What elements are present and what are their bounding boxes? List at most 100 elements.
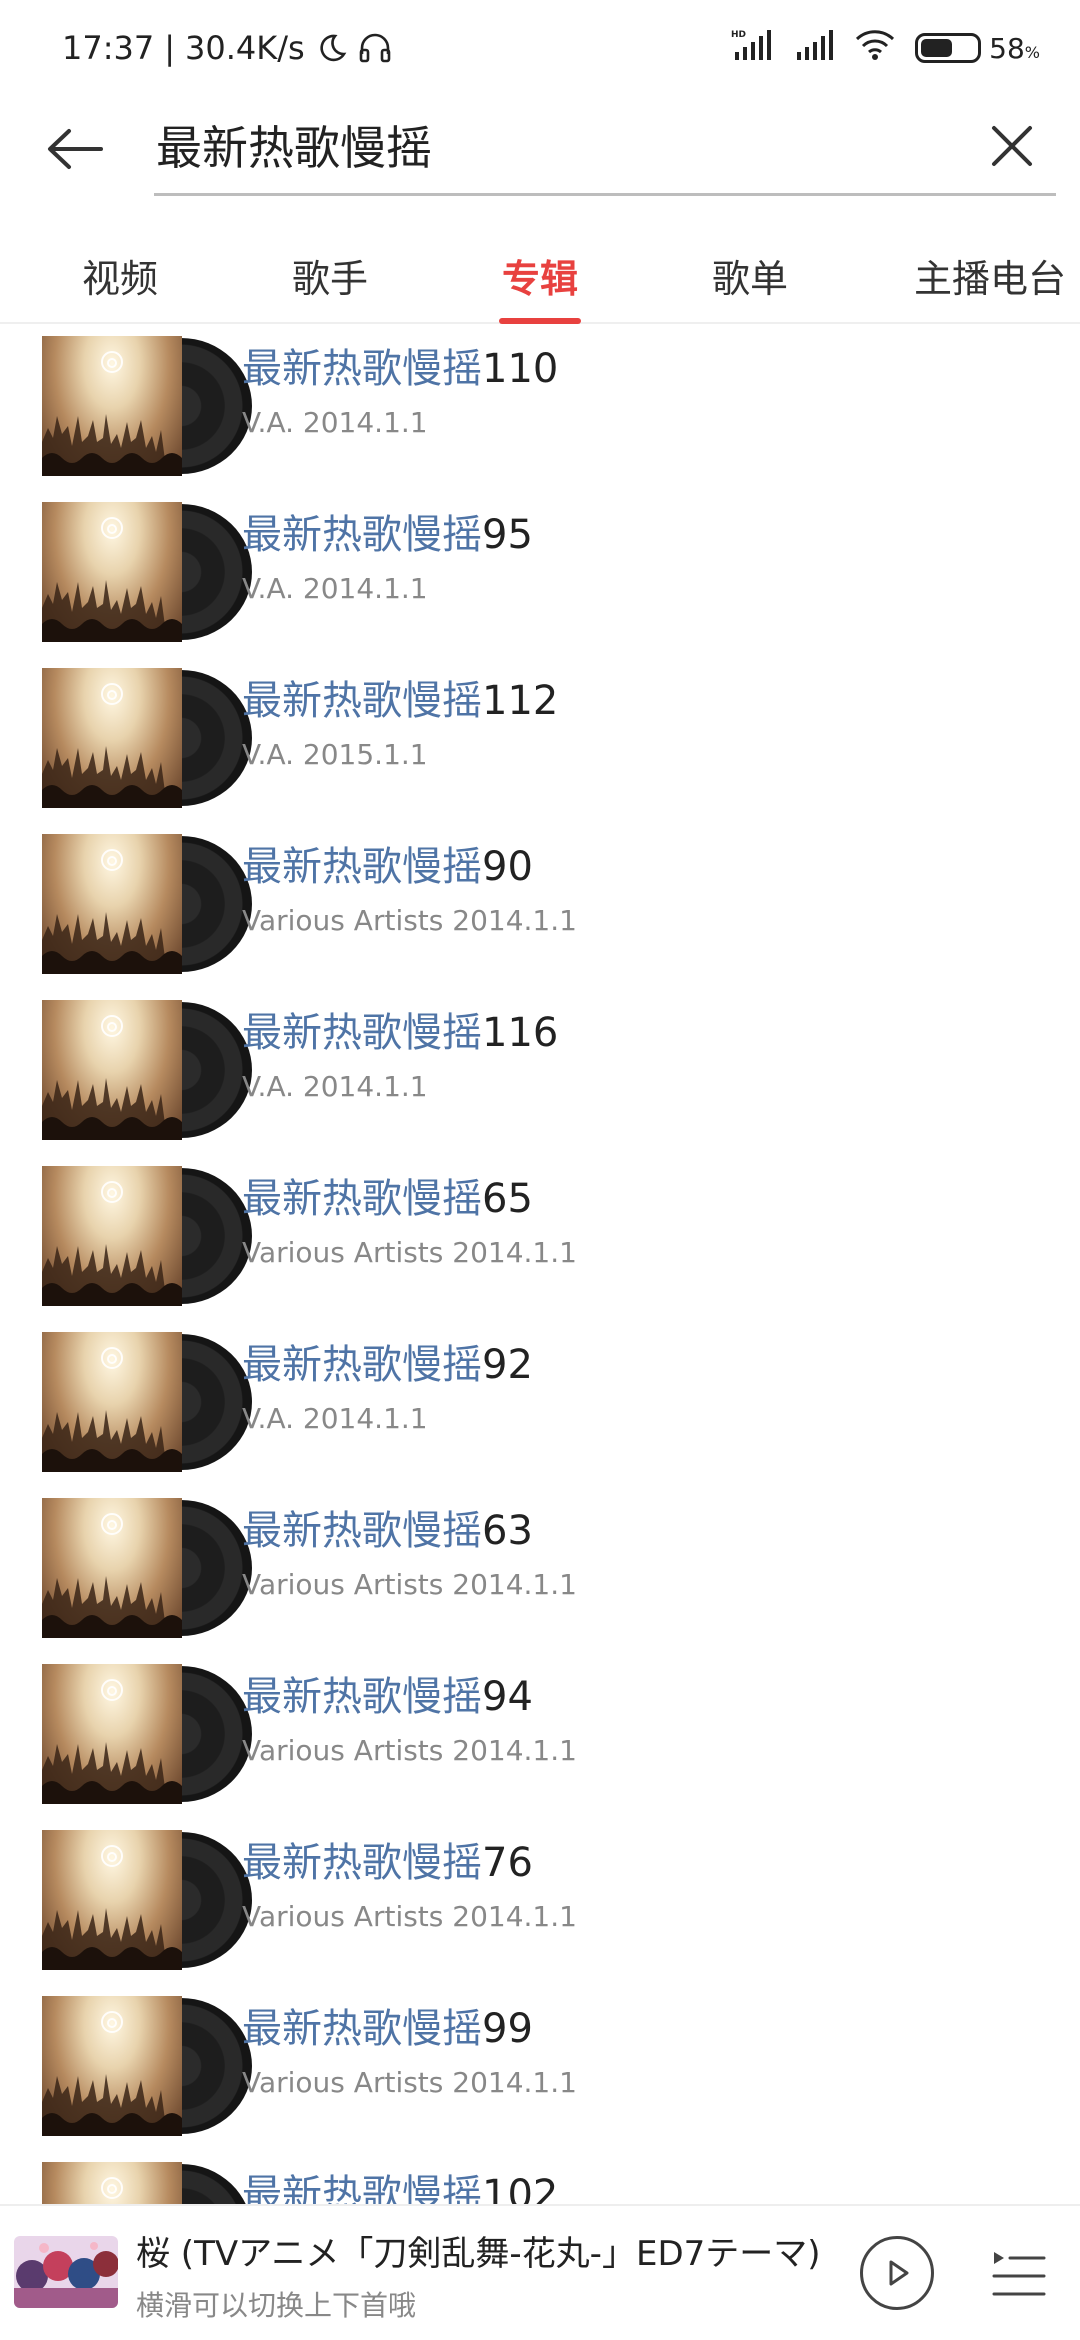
signal-icon: [795, 29, 835, 67]
album-title-number: 63: [482, 1508, 533, 1554]
album-cover-image: [42, 1332, 182, 1472]
album-list-item[interactable]: 最新热歌慢摇116 V.A. 2014.1.1: [0, 990, 1080, 1156]
album-title-highlight: 最新热歌慢摇: [242, 1840, 482, 1886]
album-list-item[interactable]: 最新热歌慢摇92 V.A. 2014.1.1: [0, 1322, 1080, 1488]
tab-label: 歌手: [291, 256, 368, 301]
headphones-icon: [357, 32, 393, 64]
tab-album[interactable]: 专辑: [460, 226, 620, 324]
now-playing-cover[interactable]: [14, 2236, 118, 2308]
album-list-item[interactable]: 最新热歌慢摇110 V.A. 2014.1.1: [0, 326, 1080, 492]
album-title: 最新热歌慢摇116: [242, 1000, 558, 1058]
battery-percent-value: 58: [989, 31, 1025, 65]
status-net-speed: 30.4K/s: [185, 29, 305, 67]
album-cover-image: [42, 1664, 182, 1804]
album-subtitle: V.A. 2014.1.1: [242, 1070, 428, 1103]
tab-artist[interactable]: 歌手: [250, 226, 410, 324]
status-left: 17:37 | 30.4K/s: [62, 29, 393, 67]
moon-icon: [315, 32, 347, 64]
album-subtitle: Various Artists 2014.1.1: [242, 1900, 577, 1933]
album-result-list[interactable]: 最新热歌慢摇110 V.A. 2014.1.1 最新热歌慢摇95 V.A. 2014.…: [0, 326, 1080, 2204]
album-list-item[interactable]: 最新热歌慢摇94 Various Artists 2014.1.1: [0, 1654, 1080, 1820]
album-cover-image: [42, 336, 182, 476]
category-tabs: 视频 歌手 专辑 歌单 主播电台: [0, 226, 1080, 324]
album-title: 最新热歌慢摇76: [242, 1830, 533, 1888]
album-title-highlight: 最新热歌慢摇: [242, 1342, 482, 1388]
album-subtitle: V.A. 2015.1.1: [242, 738, 428, 771]
album-title: 最新热歌慢摇95: [242, 502, 533, 560]
album-subtitle: Various Artists 2014.1.1: [242, 2066, 577, 2099]
album-subtitle: V.A. 2014.1.1: [242, 1402, 428, 1435]
album-cover: [42, 502, 252, 642]
battery-fill: [921, 39, 953, 57]
album-cover-image: [42, 1000, 182, 1140]
album-title-highlight: 最新热歌慢摇: [242, 2006, 482, 2052]
album-cover: [42, 834, 252, 974]
album-title-number: 110: [482, 346, 559, 392]
album-title-highlight: 最新热歌慢摇: [242, 1176, 482, 1222]
album-list-item[interactable]: 最新热歌慢摇76 Various Artists 2014.1.1: [0, 1820, 1080, 1986]
svg-text:HD: HD: [731, 30, 746, 40]
album-list-item[interactable]: 最新热歌慢摇102: [0, 2152, 1080, 2204]
album-cover: [42, 668, 252, 808]
album-cover-image: [42, 1996, 182, 2136]
album-subtitle: Various Artists 2014.1.1: [242, 1236, 577, 1269]
search-input[interactable]: [154, 117, 934, 172]
album-cover-image: [42, 1498, 182, 1638]
album-title-number: 95: [482, 512, 533, 558]
album-title-number: 116: [482, 1010, 559, 1056]
tab-label: 歌单: [711, 256, 788, 301]
album-cover-image: [42, 502, 182, 642]
status-time: 17:37: [62, 29, 155, 67]
tab-radio[interactable]: 主播电台: [900, 226, 1080, 324]
tab-playlist[interactable]: 歌单: [670, 226, 830, 324]
now-playing-hint: 横滑可以切换上下首哦: [136, 2289, 417, 2322]
play-button[interactable]: [860, 2236, 934, 2310]
tab-label: 视频: [81, 256, 158, 301]
album-title: 最新热歌慢摇102: [242, 2162, 558, 2204]
back-button[interactable]: [40, 114, 110, 184]
active-tab-indicator: [499, 318, 581, 324]
album-title-highlight: 最新热歌慢摇: [242, 346, 482, 392]
status-bar: 17:37 | 30.4K/s HD 58%: [0, 0, 1080, 96]
playlist-button[interactable]: [990, 2246, 1046, 2302]
tab-video[interactable]: 视频: [40, 226, 200, 324]
status-right: HD 58%: [731, 28, 1040, 69]
mini-player[interactable]: 桜 (TVアニメ「刀剣乱舞-花丸-」ED7テーマ) 横滑可以切换上下首哦: [0, 2204, 1080, 2340]
album-list-item[interactable]: 最新热歌慢摇99 Various Artists 2014.1.1: [0, 1986, 1080, 2152]
battery-icon: 58%: [915, 32, 1040, 65]
album-list-item[interactable]: 最新热歌慢摇63 Various Artists 2014.1.1: [0, 1488, 1080, 1654]
album-title-number: 99: [482, 2006, 533, 2052]
album-list-item[interactable]: 最新热歌慢摇90 Various Artists 2014.1.1: [0, 824, 1080, 990]
album-list-item[interactable]: 最新热歌慢摇112 V.A. 2015.1.1: [0, 658, 1080, 824]
album-title: 最新热歌慢摇90: [242, 834, 533, 892]
album-cover: [42, 1332, 252, 1472]
album-title: 最新热歌慢摇94: [242, 1664, 533, 1722]
album-cover-image: [42, 834, 182, 974]
album-title: 最新热歌慢摇110: [242, 336, 558, 394]
album-list-item[interactable]: 最新热歌慢摇65 Various Artists 2014.1.1: [0, 1156, 1080, 1322]
album-title: 最新热歌慢摇112: [242, 668, 558, 726]
playlist-icon: [992, 2252, 1046, 2296]
album-cover: [42, 2162, 252, 2204]
arrow-left-icon: [48, 129, 103, 169]
album-cover-image: [42, 2162, 182, 2204]
album-title-number: 112: [482, 678, 559, 724]
album-title: 最新热歌慢摇63: [242, 1498, 533, 1556]
album-subtitle: Various Artists 2014.1.1: [242, 1734, 577, 1767]
album-title-number: 94: [482, 1674, 533, 1720]
album-list-item[interactable]: 最新热歌慢摇95 V.A. 2014.1.1: [0, 492, 1080, 658]
album-title-highlight: 最新热歌慢摇: [242, 678, 482, 724]
album-title-highlight: 最新热歌慢摇: [242, 512, 482, 558]
clear-search-button[interactable]: [980, 114, 1044, 178]
album-title-highlight: 最新热歌慢摇: [242, 1010, 482, 1056]
status-separator: |: [164, 29, 175, 67]
album-cover: [42, 1830, 252, 1970]
album-title-number: 90: [482, 844, 533, 890]
tab-label: 主播电台: [913, 256, 1066, 301]
battery-percent: 58%: [989, 32, 1040, 65]
album-title-number: 65: [482, 1176, 533, 1222]
album-cover-image: [42, 1830, 182, 1970]
album-cover-image: [42, 1166, 182, 1306]
search-header: [0, 96, 1080, 226]
album-title: 最新热歌慢摇92: [242, 1332, 533, 1390]
